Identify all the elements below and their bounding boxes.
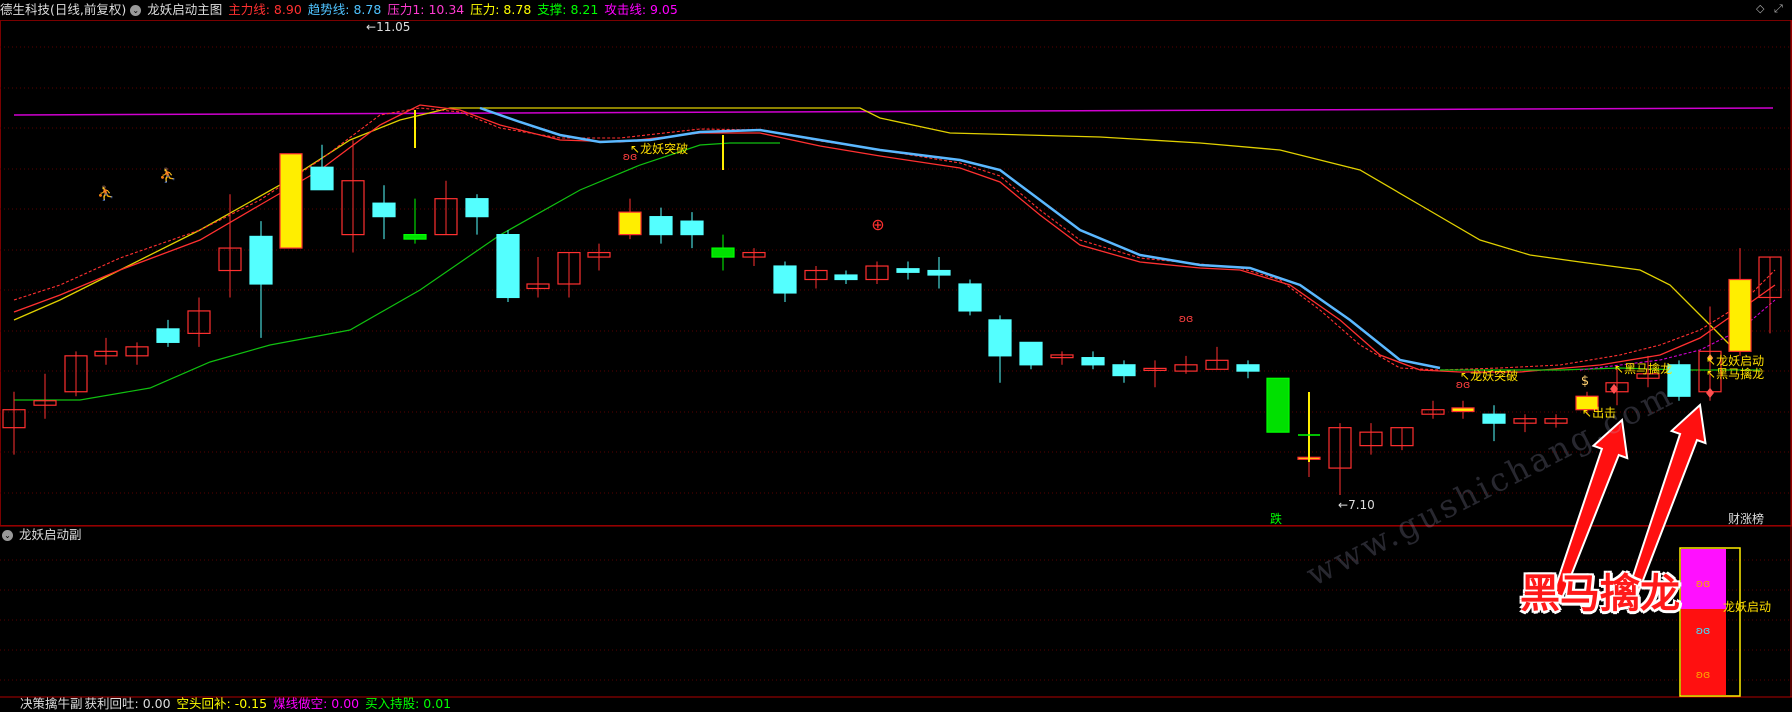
sub-panel-header: ⌄ 龙妖启动副 xyxy=(0,525,88,545)
collapse-icon[interactable]: ⌄ xyxy=(130,4,142,16)
candle-body xyxy=(249,235,273,285)
diamond-icon[interactable]: ◇ xyxy=(1756,2,1764,15)
candle-body xyxy=(1482,413,1506,424)
candle-body xyxy=(927,269,951,276)
diamond-gem-icon: ♦ xyxy=(1608,382,1621,398)
candle-body xyxy=(372,202,396,218)
candle-body xyxy=(1112,364,1136,377)
support-ma-line xyxy=(14,142,780,401)
candle-body xyxy=(773,265,797,294)
main-force-line-2 xyxy=(13,107,1776,371)
main-readout-2: 压力1: 10.34 xyxy=(387,2,465,17)
main-readout-3: 压力: 8.78 xyxy=(470,2,532,17)
dark-horse-headline: 黑马擒龙 xyxy=(1520,571,1680,617)
collapse-icon[interactable]: ⌄ xyxy=(2,529,13,541)
main-readout-0: 主力线: 8.90 xyxy=(228,2,302,17)
runner-icon: ⛹ xyxy=(97,184,114,202)
candle-body xyxy=(403,234,427,240)
signal-drop: 跌 xyxy=(1270,512,1283,526)
butterfly-icon: ʚɞ xyxy=(1696,577,1711,590)
main-force-line xyxy=(13,104,1776,373)
candle-body xyxy=(465,198,489,218)
bottom-readouts: 获利回吐: 0.00 空头回补: -0.15 煤线做空: 0.00 买入持股: 0.0… xyxy=(85,696,458,712)
candle-body xyxy=(649,216,673,236)
candle-body xyxy=(834,274,858,281)
candle-body xyxy=(1266,377,1290,433)
candle-body xyxy=(1019,341,1043,366)
candle-body xyxy=(896,268,920,273)
candle-body xyxy=(988,319,1012,357)
butterfly-icon: ʚɞ xyxy=(1696,668,1711,681)
main-readout-5: 攻击线: 9.05 xyxy=(604,2,678,17)
main-panel-header: 德生科技(日线,前复权) ⌄ 龙妖启动主图 主力线: 8.90 趋势线: 8.78… xyxy=(0,0,690,20)
runner-icon: ⛹ xyxy=(159,166,176,184)
sub-launch-label: 龙妖启动 xyxy=(1723,600,1772,614)
main-readout-1: 趋势线: 8.78 xyxy=(307,2,382,17)
target-icon: ⊕ xyxy=(871,215,884,234)
low-price-label: ←7.10 xyxy=(1338,498,1375,512)
signal-dark-horse-1: ↖黑马擒龙 xyxy=(1614,362,1673,376)
money-bag-icon: $ xyxy=(1581,374,1589,389)
bottom-indicator-name[interactable]: 决策擒牛副 xyxy=(20,696,83,712)
candle-body xyxy=(496,234,520,299)
main-readouts: 主力线: 8.90 趋势线: 8.78 压力1: 10.34 压力: 8.78 支撑: … xyxy=(228,0,684,20)
diamond-gem-icon: ♦ xyxy=(1704,386,1717,402)
main-readout-4: 支撑: 8.21 xyxy=(537,2,599,17)
trend-line xyxy=(479,106,1441,370)
candle-body xyxy=(618,211,642,236)
sub-bar-red xyxy=(1681,609,1726,695)
candle-body xyxy=(1728,278,1752,352)
candle-body xyxy=(1081,357,1105,366)
high-price-label: ←11.05 xyxy=(366,20,411,34)
signal-breakout-2: ↖龙妖突破 xyxy=(1460,369,1519,383)
signal-breakout-1: ↖龙妖突破 xyxy=(630,142,689,156)
main-indicator-name[interactable]: 龙妖启动主图 xyxy=(147,0,222,20)
fortune-label: 财涨榜 xyxy=(1728,512,1765,526)
sub-indicator-name[interactable]: 龙妖启动副 xyxy=(19,525,82,545)
signal-launch: ↖龙妖启动 xyxy=(1706,354,1765,368)
butterfly-icon: ʚɞ xyxy=(1696,624,1711,637)
candle-body xyxy=(958,283,982,312)
candle-body xyxy=(711,247,735,258)
attack-line xyxy=(13,107,1774,116)
candle-body xyxy=(156,328,180,343)
expand-icon[interactable]: ⤢ xyxy=(1774,2,1783,16)
candle-body xyxy=(310,166,334,191)
candle-body xyxy=(1451,407,1475,413)
bottom-panel-header: 决策擒牛副 获利回吐: 0.00 空头回补: -0.15 煤线做空: 0.00 买入持… xyxy=(0,696,463,712)
stock-title: 德生科技(日线,前复权) xyxy=(0,2,127,17)
candle-body xyxy=(680,220,704,236)
butterfly-icon: ʚɞ xyxy=(1179,312,1194,325)
candle-body xyxy=(279,153,303,249)
candle-body xyxy=(1236,364,1260,372)
